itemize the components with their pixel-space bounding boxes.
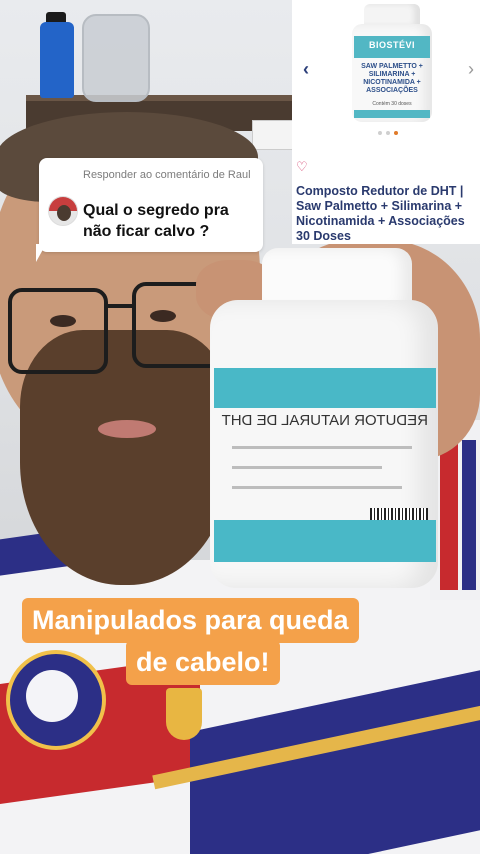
product-label-text: SAW PALMETTO + SILIMARINA + NICOTINAMIDA… [361, 63, 423, 94]
heart-icon[interactable]: ♡ [296, 160, 310, 174]
sleeve-red-stripe [440, 440, 458, 590]
carousel-dot-active[interactable] [394, 131, 398, 135]
barcode [370, 508, 428, 520]
product-bottle-band-bottom [354, 110, 430, 118]
carousel-dots [378, 131, 402, 137]
chevron-right-icon[interactable]: › [464, 58, 478, 80]
product-title[interactable]: Composto Redutor de DHT | Saw Palmetto +… [296, 184, 478, 244]
held-bottle-text-line [232, 486, 402, 489]
product-image-carousel[interactable]: ‹ BIOSTÉVI SAW PALMETTO + SILIMARINA + N… [292, 0, 480, 148]
carousel-dot[interactable] [386, 131, 390, 135]
comment-bubble-tail [36, 244, 56, 262]
held-bottle-text-line [232, 446, 412, 449]
product-card[interactable]: ‹ BIOSTÉVI SAW PALMETTO + SILIMARINA + N… [292, 0, 480, 244]
held-bottle-band-bottom [214, 520, 436, 562]
comment-reply-sticker[interactable]: Responder ao comentário de Raul Qual o s… [39, 158, 263, 252]
person-mouth [98, 420, 156, 438]
glasses-bridge [104, 304, 134, 308]
product-dose-text: Contém 30 doses [372, 101, 412, 107]
product-bottle-cap [364, 4, 420, 26]
shirt-crest [166, 688, 202, 740]
product-brand: BIOSTÉVI [368, 40, 415, 50]
carousel-dot[interactable] [378, 131, 382, 135]
sleeve-navy-stripe [462, 440, 476, 590]
commenter-avatar[interactable] [48, 196, 78, 226]
chevron-left-icon[interactable]: ‹ [298, 58, 314, 80]
glass-jar [82, 14, 150, 102]
comment-text: Qual o segredo pra não ficar calvo ? [83, 202, 229, 240]
caption-line-2: de cabelo! [126, 640, 280, 685]
water-bottle [40, 22, 74, 98]
held-bottle-label: REDUTOR NATURAL DE DHT [221, 412, 428, 429]
comment-reply-header: Responder ao comentário de Raul [83, 169, 251, 181]
glasses-left-lens [8, 288, 108, 374]
held-bottle-text-line [232, 466, 382, 469]
shelf-box [252, 120, 296, 150]
club-badge-center [26, 670, 78, 722]
caption-line-1: Manipulados para queda [22, 598, 359, 643]
held-bottle-band-top [214, 368, 436, 408]
